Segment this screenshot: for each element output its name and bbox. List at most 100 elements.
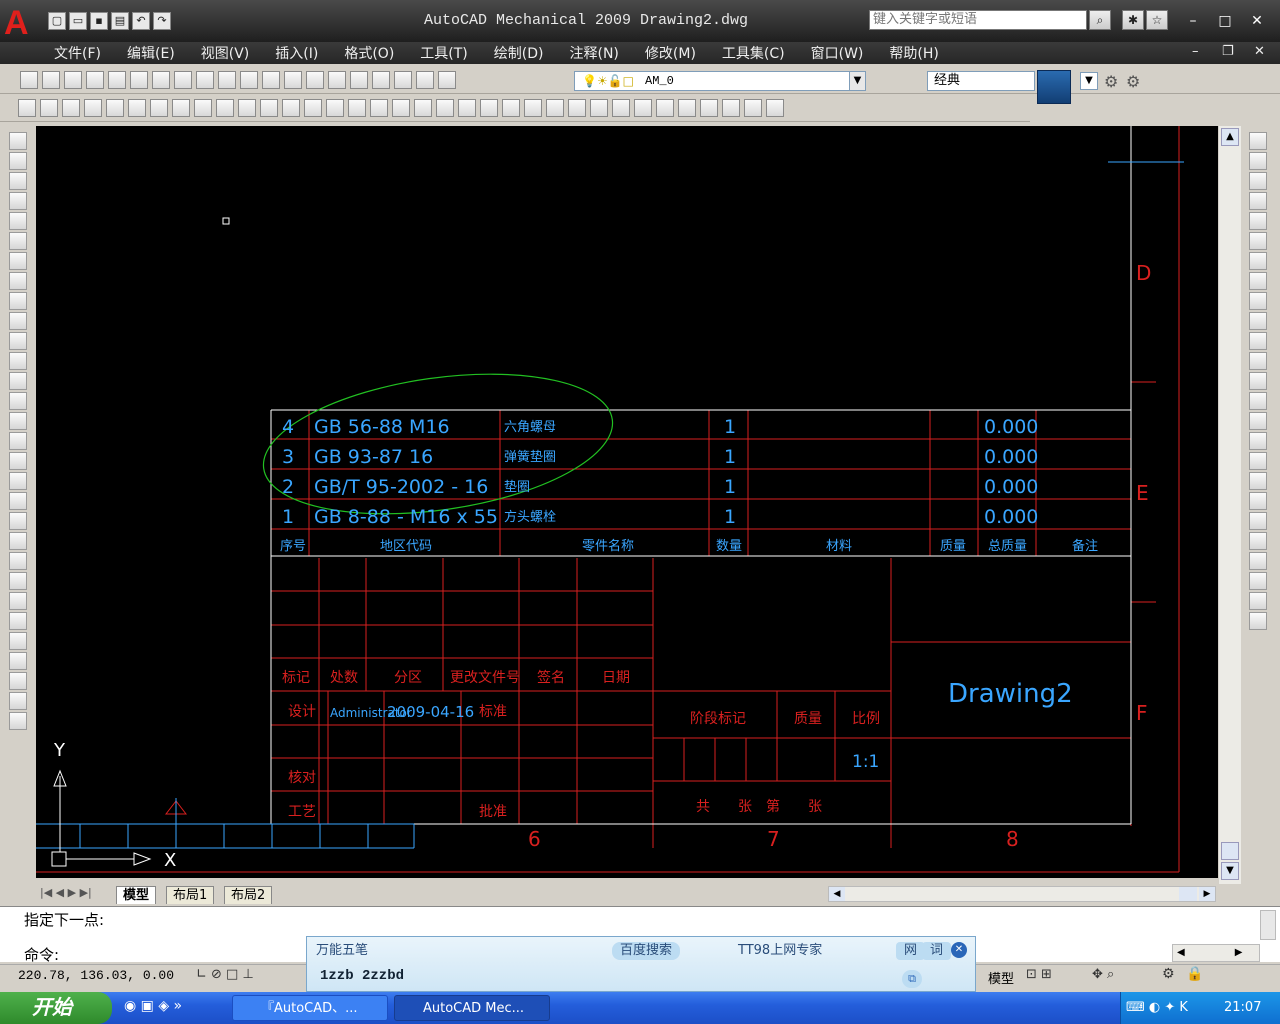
save-icon[interactable]: ▪ bbox=[90, 12, 108, 30]
break-line-icon[interactable] bbox=[9, 432, 27, 450]
lock-icon[interactable]: 🔒 bbox=[1186, 966, 1203, 982]
plot-icon[interactable] bbox=[85, 71, 104, 89]
gear-icon[interactable]: ⚙ bbox=[1104, 72, 1118, 91]
doc-minimize-icon[interactable]: – bbox=[1192, 44, 1199, 59]
fastener-icon[interactable] bbox=[9, 532, 27, 550]
tab-layout1[interactable]: 布局1 bbox=[166, 886, 215, 904]
centerline-icon[interactable] bbox=[9, 352, 27, 370]
table-icon[interactable] bbox=[9, 612, 27, 630]
menu-window[interactable]: 窗口(W) bbox=[811, 43, 864, 63]
power-icon[interactable] bbox=[149, 99, 168, 117]
undo-icon[interactable] bbox=[217, 71, 236, 89]
dim-continue-icon[interactable] bbox=[479, 99, 498, 117]
horizontal-scrollbar[interactable]: ◀ ▶ bbox=[828, 886, 1216, 902]
balloon-icon[interactable] bbox=[9, 652, 27, 670]
washer-icon[interactable] bbox=[9, 592, 27, 610]
ellipse-arc-icon[interactable] bbox=[9, 312, 27, 330]
construction-line-icon[interactable] bbox=[9, 152, 27, 170]
save-icon[interactable] bbox=[63, 71, 82, 89]
undo-icon[interactable]: ↶ bbox=[132, 12, 150, 30]
chamfer-icon[interactable] bbox=[83, 99, 102, 117]
join-icon[interactable] bbox=[1249, 392, 1267, 410]
tab-model[interactable]: 模型 bbox=[116, 886, 157, 904]
model-space-button[interactable]: 模型 bbox=[988, 968, 1014, 987]
detail-view-icon[interactable] bbox=[9, 472, 27, 490]
tab-layout2[interactable]: 布局2 bbox=[224, 886, 273, 904]
menu-help[interactable]: 帮助(H) bbox=[889, 43, 938, 63]
pan-zoom-icon[interactable]: ✥ ⌕ bbox=[1092, 967, 1114, 982]
new-icon[interactable] bbox=[19, 71, 38, 89]
dim-icon[interactable] bbox=[303, 99, 322, 117]
layer-state-icon[interactable] bbox=[437, 71, 456, 89]
power-erase-icon[interactable] bbox=[1249, 512, 1267, 530]
block-icon[interactable] bbox=[259, 99, 278, 117]
isolate-icon[interactable] bbox=[325, 99, 344, 117]
preview-icon[interactable] bbox=[107, 71, 126, 89]
stretch-icon[interactable] bbox=[1249, 292, 1267, 310]
menu-modify[interactable]: 修改(M) bbox=[645, 43, 696, 63]
power-edit-icon[interactable] bbox=[1249, 472, 1267, 490]
circle-icon[interactable] bbox=[391, 99, 410, 117]
arc-icon[interactable] bbox=[9, 212, 27, 230]
break-point-icon[interactable] bbox=[1249, 352, 1267, 370]
menu-view[interactable]: 视图(V) bbox=[201, 43, 250, 63]
edit-icon[interactable] bbox=[127, 99, 146, 117]
curve-icon[interactable] bbox=[1249, 592, 1267, 610]
menu-insert[interactable]: 插入(I) bbox=[275, 43, 318, 63]
scale-icon[interactable] bbox=[1249, 272, 1267, 290]
drawing-canvas[interactable]: 4 GB 56-88 M16 3 GB 93-87 16 2 GB/T 95-2… bbox=[36, 126, 1218, 878]
copy-icon[interactable] bbox=[171, 99, 190, 117]
pencil-icon[interactable] bbox=[193, 99, 212, 117]
scroll-down-icon[interactable]: ▼ bbox=[1221, 862, 1239, 880]
revcloud-icon[interactable] bbox=[9, 252, 27, 270]
properties-icon[interactable] bbox=[349, 71, 368, 89]
layer-off-icon[interactable] bbox=[237, 99, 256, 117]
tab-nav-icon[interactable]: |◀ ◀ ▶ ▶| bbox=[40, 886, 92, 899]
rotate-icon[interactable] bbox=[1249, 252, 1267, 270]
open-file-icon[interactable]: ▭ bbox=[69, 12, 87, 30]
calculator-icon[interactable] bbox=[371, 71, 390, 89]
nut-icon[interactable] bbox=[9, 572, 27, 590]
check-icon[interactable] bbox=[567, 99, 586, 117]
pan-icon[interactable] bbox=[261, 71, 280, 89]
menu-edit[interactable]: 编辑(E) bbox=[127, 43, 175, 63]
workspace-dropdown[interactable]: 经典 bbox=[927, 71, 1035, 91]
balloon-icon[interactable] bbox=[633, 99, 652, 117]
leader-icon[interactable] bbox=[589, 99, 608, 117]
table-icon[interactable] bbox=[347, 99, 366, 117]
array-icon[interactable] bbox=[1249, 212, 1267, 230]
open-icon[interactable] bbox=[41, 71, 60, 89]
copy-icon[interactable] bbox=[151, 71, 170, 89]
tray-icons[interactable]: ⌨ ◐ ✦ K bbox=[1126, 1000, 1188, 1015]
ime-net-button[interactable]: 网 bbox=[896, 942, 926, 960]
ime-close-icon[interactable]: ✕ bbox=[951, 942, 967, 958]
trim-icon[interactable] bbox=[39, 99, 58, 117]
taskbar-item-autocad-folder[interactable]: 『AutoCAD、... bbox=[232, 995, 388, 1021]
search-input[interactable]: 键入关键字或短语 bbox=[869, 10, 1087, 30]
chamfer-icon[interactable] bbox=[1249, 412, 1267, 430]
ime-candidates[interactable]: 1zzb 2zzbd bbox=[320, 968, 404, 984]
section-icon[interactable] bbox=[9, 452, 27, 470]
spline-icon[interactable] bbox=[9, 272, 27, 290]
doc-close-icon[interactable]: ✕ bbox=[1254, 44, 1265, 59]
chevron-down-icon[interactable]: ▼ bbox=[849, 72, 865, 90]
quick-launch-icons[interactable]: ◉ ▣ ◈ » bbox=[124, 998, 182, 1014]
erase-icon[interactable] bbox=[1249, 132, 1267, 150]
cut-icon[interactable] bbox=[129, 71, 148, 89]
scroll-thumb[interactable] bbox=[1221, 842, 1239, 860]
chamfer-3d-icon[interactable] bbox=[1249, 572, 1267, 590]
zoom-icon[interactable] bbox=[283, 71, 302, 89]
print-icon[interactable]: ▤ bbox=[111, 12, 129, 30]
mirror-icon[interactable] bbox=[1249, 172, 1267, 190]
layers-icon[interactable] bbox=[9, 672, 27, 690]
surface-texture-icon[interactable] bbox=[545, 99, 564, 117]
new-file-icon[interactable]: ▢ bbox=[48, 12, 66, 30]
menu-tools[interactable]: 工具(T) bbox=[420, 43, 467, 63]
insert-block-icon[interactable] bbox=[9, 332, 27, 350]
hatch-icon[interactable] bbox=[17, 99, 36, 117]
coordinate-display[interactable]: 220.78, 136.03, 0.00 bbox=[18, 968, 174, 983]
communication-center-icon[interactable]: ✱ bbox=[1122, 10, 1144, 30]
angle-icon[interactable] bbox=[413, 99, 432, 117]
vertical-scrollbar[interactable]: ▲ ▼ bbox=[1219, 126, 1241, 884]
weld-icon[interactable] bbox=[765, 99, 784, 117]
